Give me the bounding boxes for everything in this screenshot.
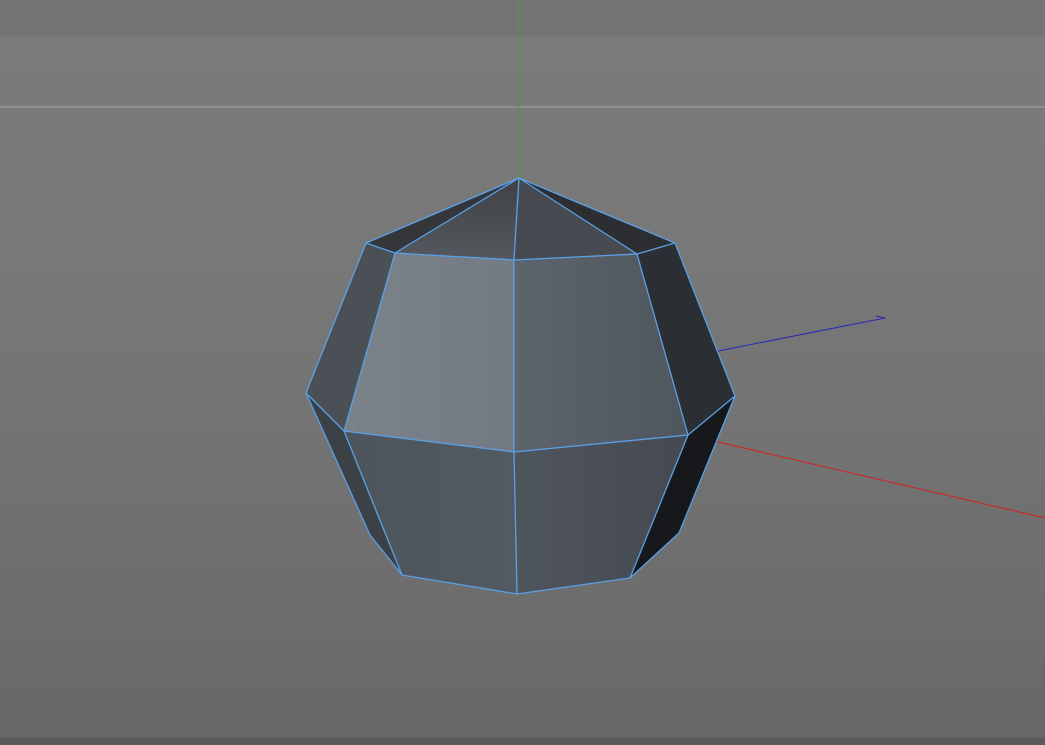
polyhedron-mesh[interactable]: [305, 177, 736, 595]
z-axis-line: [717, 315, 886, 352]
3d-viewport[interactable]: [0, 0, 1045, 745]
x-axis-line: [687, 434, 1045, 519]
scene-canvas[interactable]: [0, 0, 1045, 745]
viewport-bottom-edge: [0, 738, 1045, 745]
mesh-face: [395, 178, 519, 260]
